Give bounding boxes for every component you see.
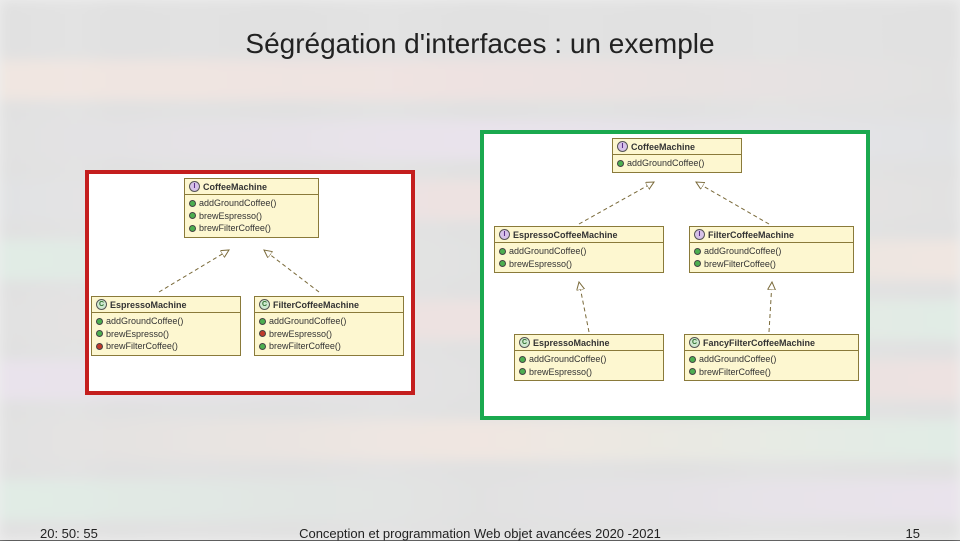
method-label: addGroundCoffee() bbox=[106, 315, 183, 328]
slide-title: Ségrégation d'interfaces : un exemple bbox=[0, 28, 960, 60]
interface-icon: I bbox=[694, 229, 705, 240]
public-method-icon bbox=[499, 260, 506, 267]
method-label: addGroundCoffee() bbox=[199, 197, 276, 210]
class-icon: C bbox=[96, 299, 107, 310]
public-method-icon bbox=[259, 343, 266, 350]
public-method-icon bbox=[617, 160, 624, 167]
uml-name: FilterCoffeeMachine bbox=[708, 230, 794, 240]
uml-name: FilterCoffeeMachine bbox=[273, 300, 359, 310]
footer-page-number: 15 bbox=[906, 526, 920, 541]
interface-icon: I bbox=[189, 181, 200, 192]
uml-interface-espressocoffeemachine: IEspressoCoffeeMachine addGroundCoffee()… bbox=[494, 226, 664, 273]
public-method-icon bbox=[519, 356, 526, 363]
footer-caption: Conception et programmation Web objet av… bbox=[0, 526, 960, 541]
uml-name: EspressoMachine bbox=[110, 300, 187, 310]
method-label: addGroundCoffee() bbox=[699, 353, 776, 366]
method-label: brewEspresso() bbox=[509, 258, 572, 271]
uml-interface-coffeemachine: ICoffeeMachine addGroundCoffee() bbox=[612, 138, 742, 173]
interface-icon: I bbox=[617, 141, 628, 152]
uml-name: FancyFilterCoffeeMachine bbox=[703, 338, 815, 348]
good-design-panel: ICoffeeMachine addGroundCoffee() IEspres… bbox=[480, 130, 870, 420]
uml-class-espressomachine: CEspressoMachine addGroundCoffee() brewE… bbox=[91, 296, 241, 356]
public-method-icon bbox=[499, 248, 506, 255]
method-label: addGroundCoffee() bbox=[627, 157, 704, 170]
uml-interface-coffeemachine: ICoffeeMachine addGroundCoffee() brewEsp… bbox=[184, 178, 319, 238]
method-label: brewFilterCoffee() bbox=[704, 258, 776, 271]
method-label: brewEspresso() bbox=[269, 328, 332, 341]
public-method-icon bbox=[96, 330, 103, 337]
method-label: brewFilterCoffee() bbox=[106, 340, 178, 353]
uml-class-fancyfiltercoffeemachine: CFancyFilterCoffeeMachine addGroundCoffe… bbox=[684, 334, 859, 381]
bad-method-icon bbox=[96, 343, 103, 350]
public-method-icon bbox=[259, 318, 266, 325]
public-method-icon bbox=[96, 318, 103, 325]
uml-class-filtercoffeemachine: CFilterCoffeeMachine addGroundCoffee() b… bbox=[254, 296, 404, 356]
class-icon: C bbox=[259, 299, 270, 310]
public-method-icon bbox=[694, 260, 701, 267]
public-method-icon bbox=[189, 212, 196, 219]
method-label: brewEspresso() bbox=[529, 366, 592, 379]
bad-design-panel: ICoffeeMachine addGroundCoffee() brewEsp… bbox=[85, 170, 415, 395]
method-label: addGroundCoffee() bbox=[529, 353, 606, 366]
class-icon: C bbox=[519, 337, 530, 348]
method-label: addGroundCoffee() bbox=[509, 245, 586, 258]
uml-name: EspressoCoffeeMachine bbox=[513, 230, 618, 240]
bad-method-icon bbox=[259, 330, 266, 337]
method-label: brewFilterCoffee() bbox=[199, 222, 271, 235]
method-label: brewFilterCoffee() bbox=[699, 366, 771, 379]
interface-icon: I bbox=[499, 229, 510, 240]
public-method-icon bbox=[689, 368, 696, 375]
method-label: brewFilterCoffee() bbox=[269, 340, 341, 353]
public-method-icon bbox=[694, 248, 701, 255]
slide: Ségrégation d'interfaces : un exemple IC… bbox=[0, 0, 960, 540]
public-method-icon bbox=[189, 225, 196, 232]
method-label: addGroundCoffee() bbox=[269, 315, 346, 328]
uml-class-espressomachine: CEspressoMachine addGroundCoffee() brewE… bbox=[514, 334, 664, 381]
uml-name: EspressoMachine bbox=[533, 338, 610, 348]
public-method-icon bbox=[689, 356, 696, 363]
uml-name: CoffeeMachine bbox=[631, 142, 695, 152]
method-label: brewEspresso() bbox=[199, 210, 262, 223]
public-method-icon bbox=[189, 200, 196, 207]
uml-interface-filtercoffeemachine: IFilterCoffeeMachine addGroundCoffee() b… bbox=[689, 226, 854, 273]
uml-name: CoffeeMachine bbox=[203, 182, 267, 192]
class-icon: C bbox=[689, 337, 700, 348]
method-label: brewEspresso() bbox=[106, 328, 169, 341]
public-method-icon bbox=[519, 368, 526, 375]
method-label: addGroundCoffee() bbox=[704, 245, 781, 258]
